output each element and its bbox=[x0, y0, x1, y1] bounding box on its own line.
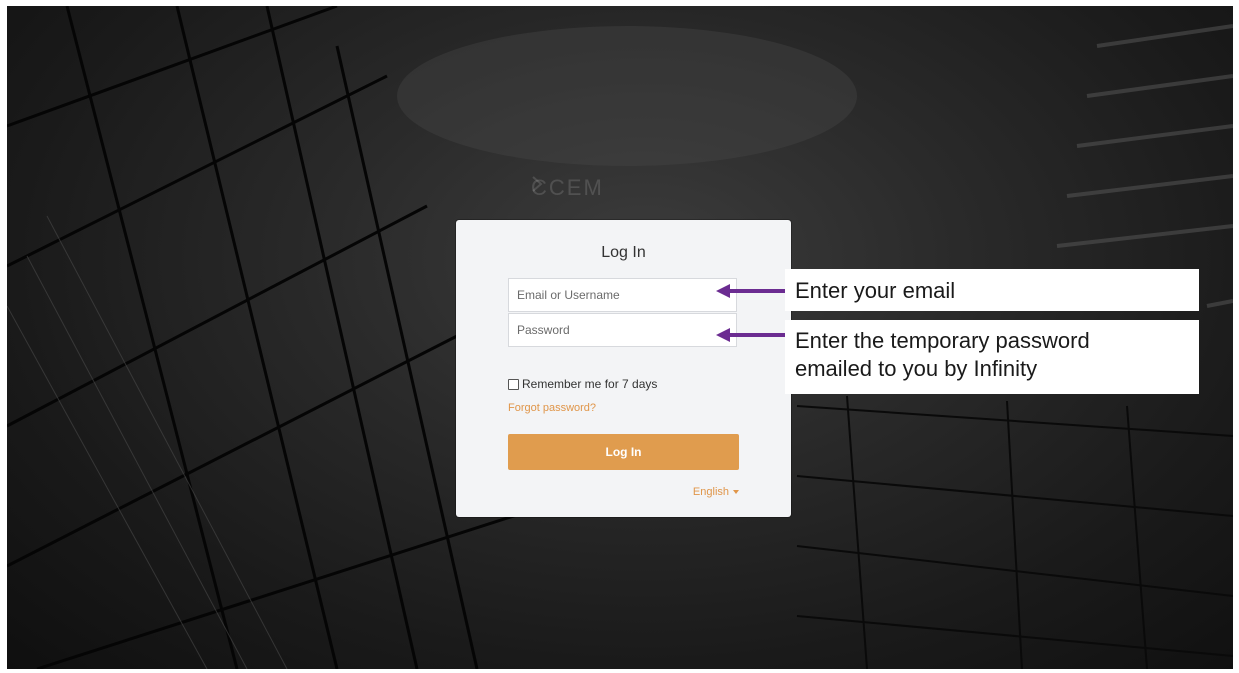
password-callout-line2: emailed to you by Infinity bbox=[795, 356, 1038, 381]
arrow-to-email-icon bbox=[716, 284, 786, 298]
login-title: Log In bbox=[601, 244, 646, 261]
password-callout-line1: Enter the temporary password bbox=[795, 328, 1090, 353]
password-field-wrapper bbox=[508, 313, 737, 347]
password-callout: Enter the temporary password emailed to … bbox=[785, 320, 1199, 394]
caret-down-icon bbox=[733, 490, 739, 494]
login-card: Log In Remember me for 7 days Forgot pas… bbox=[456, 220, 791, 517]
language-selector[interactable]: English bbox=[693, 486, 739, 498]
remember-checkbox[interactable] bbox=[508, 378, 519, 390]
email-callout-text: Enter your email bbox=[795, 278, 956, 303]
remember-me[interactable]: Remember me for 7 days bbox=[508, 377, 657, 391]
remember-label: Remember me for 7 days bbox=[522, 377, 658, 391]
company-logo: CCEM bbox=[531, 173, 604, 203]
email-input[interactable] bbox=[509, 279, 736, 311]
email-callout: Enter your email bbox=[785, 269, 1199, 311]
email-field-wrapper bbox=[508, 278, 737, 312]
password-input[interactable] bbox=[509, 314, 736, 346]
logo-mark-icon bbox=[532, 176, 543, 192]
language-label: English bbox=[692, 486, 729, 498]
forgot-password-link[interactable]: Forgot password? bbox=[508, 402, 596, 414]
arrow-to-password-icon bbox=[716, 328, 786, 342]
login-button[interactable]: Log In bbox=[508, 434, 739, 470]
